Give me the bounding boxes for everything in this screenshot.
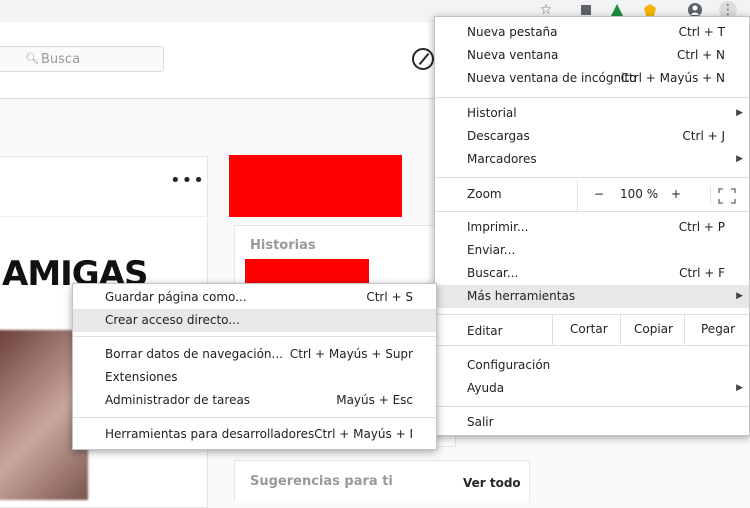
chevron-right-icon: ▶ <box>736 154 743 164</box>
suggestions-title: Sugerencias para ti <box>250 474 393 489</box>
more-icon[interactable]: ••• <box>170 172 205 190</box>
menu-item-label: Imprimir... <box>467 220 529 234</box>
menu-separator <box>435 177 749 178</box>
submenu-item-shortcut: Mayús + Esc <box>336 393 413 407</box>
chevron-right-icon: ▶ <box>736 383 743 393</box>
submenu-item-label: Borrar datos de navegación... <box>105 347 283 361</box>
menu-separator <box>435 211 749 212</box>
menu-item-label: Más herramientas <box>467 289 576 303</box>
menu-item-new-window[interactable]: Nueva ventana Ctrl + N <box>435 44 749 67</box>
menu-item-label: Enviar... <box>467 243 516 257</box>
submenu-item-label: Crear acceso directo... <box>105 313 240 327</box>
menu-item-label: Nueva pestaña <box>467 25 558 39</box>
menu-item-label: Ayuda <box>467 381 505 395</box>
redacted-block <box>229 155 402 217</box>
menu-item-downloads[interactable]: Descargas Ctrl + J <box>435 125 749 148</box>
menu-item-label: Editar <box>467 324 503 338</box>
paste-button[interactable]: Pegar <box>684 315 750 345</box>
menu-item-label: Marcadores <box>467 152 537 166</box>
menu-item-more-tools[interactable]: Más herramientas ▶ <box>435 285 749 308</box>
chevron-right-icon: ▶ <box>736 108 743 118</box>
submenu-item-shortcut: Ctrl + Mayús + Supr <box>289 347 413 361</box>
zoom-controls: − 100 % + <box>577 181 750 211</box>
divider <box>710 187 711 203</box>
stories-title: Historias <box>250 238 316 253</box>
copy-button[interactable]: Copiar <box>620 315 685 345</box>
menu-separator <box>435 406 749 407</box>
menu-item-bookmarks[interactable]: Marcadores ▶ <box>435 148 749 171</box>
submenu-item-task-manager[interactable]: Administrador de tareas Mayús + Esc <box>73 389 436 412</box>
submenu-item-label: Herramientas para desarrolladores <box>105 427 315 441</box>
menu-item-shortcut: Ctrl + P <box>678 220 725 234</box>
search-icon: 🔍︎ <box>25 52 39 65</box>
menu-item-label: Configuración <box>467 358 551 372</box>
menu-item-new-tab[interactable]: Nueva pestaña Ctrl + T <box>435 21 749 44</box>
menu-item-label: Salir <box>467 415 494 429</box>
submenu-item-dev-tools[interactable]: Herramientas para desarrolladores Ctrl +… <box>73 423 436 446</box>
menu-item-find[interactable]: Buscar... Ctrl + F <box>435 262 749 285</box>
menu-separator <box>435 97 749 98</box>
menu-item-print[interactable]: Imprimir... Ctrl + P <box>435 216 749 239</box>
menu-item-history[interactable]: Historial ▶ <box>435 102 749 125</box>
menu-item-label: Nueva ventana de incógnito <box>467 71 637 85</box>
menu-item-shortcut: Ctrl + Mayús + N <box>620 71 725 85</box>
menu-item-help[interactable]: Ayuda ▶ <box>435 377 749 400</box>
more-tools-submenu: Guardar página como... Ctrl + S Crear ac… <box>72 283 437 450</box>
submenu-item-shortcut: Ctrl + S <box>366 290 413 304</box>
submenu-item-label: Guardar página como... <box>105 290 247 304</box>
cut-button[interactable]: Cortar <box>552 315 621 345</box>
menu-separator <box>435 345 749 346</box>
menu-item-label: Descargas <box>467 129 530 143</box>
menu-item-cast[interactable]: Enviar... <box>435 239 749 262</box>
menu-item-exit[interactable]: Salir <box>435 411 749 434</box>
menu-item-label: Zoom <box>467 187 502 201</box>
search-input[interactable]: 🔍︎ Busca <box>0 46 164 72</box>
chrome-menu: Nueva pestaña Ctrl + T Nueva ventana Ctr… <box>434 16 750 436</box>
submenu-item-extensions[interactable]: Extensiones <box>73 366 436 389</box>
menu-separator <box>73 417 436 418</box>
zoom-out-button[interactable]: − <box>594 187 604 201</box>
menu-item-shortcut: Ctrl + N <box>676 48 725 62</box>
submenu-item-save-page[interactable]: Guardar página como... Ctrl + S <box>73 286 436 309</box>
submenu-item-label: Extensiones <box>105 370 178 384</box>
menu-item-label: Buscar... <box>467 266 519 280</box>
menu-item-incognito[interactable]: Nueva ventana de incógnito Ctrl + Mayús … <box>435 67 749 90</box>
compass-icon[interactable] <box>412 48 434 70</box>
menu-item-label: Nueva ventana <box>467 48 559 62</box>
divider <box>0 216 206 217</box>
copy-label: Copiar <box>634 322 673 336</box>
menu-item-settings[interactable]: Configuración <box>435 354 749 377</box>
menu-item-shortcut: Ctrl + J <box>682 129 725 143</box>
redacted-block <box>245 259 369 285</box>
paste-label: Pegar <box>701 322 736 336</box>
zoom-in-button[interactable]: + <box>671 187 681 201</box>
fullscreen-icon[interactable] <box>718 188 736 207</box>
menu-item-shortcut: Ctrl + F <box>679 266 725 280</box>
menu-item-shortcut: Ctrl + T <box>678 25 725 39</box>
menu-separator <box>73 336 436 337</box>
submenu-item-label: Administrador de tareas <box>105 393 251 407</box>
chevron-right-icon: ▶ <box>736 291 743 301</box>
submenu-item-create-shortcut[interactable]: Crear acceso directo... <box>73 309 436 332</box>
cut-label: Cortar <box>570 322 608 336</box>
submenu-item-shortcut: Ctrl + Mayús + I <box>314 427 413 441</box>
see-all-link[interactable]: Ver todo <box>463 476 521 490</box>
zoom-level: 100 % <box>620 187 659 201</box>
search-placeholder: Busca <box>41 52 81 67</box>
menu-item-label: Historial <box>467 106 517 120</box>
submenu-item-clear-data[interactable]: Borrar datos de navegación... Ctrl + May… <box>73 343 436 366</box>
